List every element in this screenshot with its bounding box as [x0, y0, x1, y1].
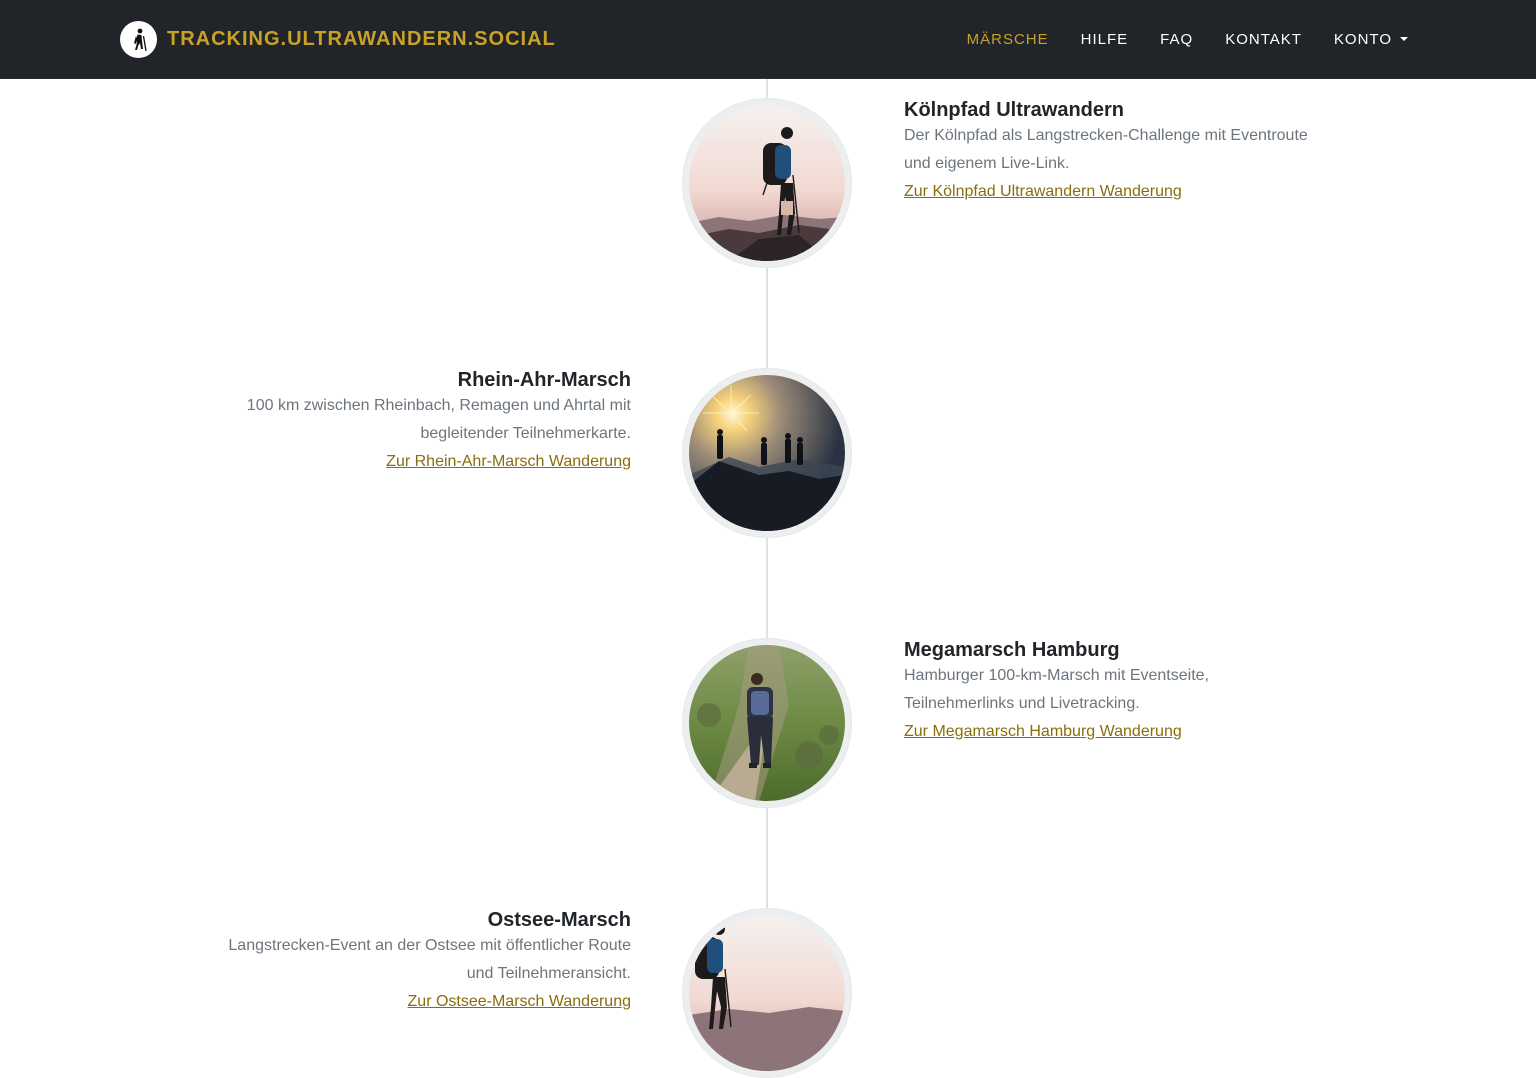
description-line: und Teilnehmeransicht.	[466, 965, 631, 982]
nav-label: FAQ	[1160, 30, 1194, 48]
brand-link[interactable]: TRACKING.ULTRAWANDERN.SOCIAL	[120, 21, 556, 58]
event-image-megamarsch-hamburg	[682, 638, 852, 808]
description-line: 100 km zwischen Rheinbach, Remagen und A…	[246, 397, 631, 414]
hiker-sunset-photo	[689, 915, 845, 1071]
event-description: Der Kölnpfad als Langstrecken-Challenge …	[904, 122, 1324, 178]
event-link-ostsee[interactable]: Zur Ostsee-Marsch Wanderung	[408, 988, 631, 1016]
nav-item-hilfe[interactable]: HILFE	[1081, 31, 1129, 48]
event-entry-ostsee: Ostsee-Marsch Langstrecken-Event an der …	[211, 908, 631, 1016]
description-line: Der Kölnpfad als Langstrecken-Challenge …	[904, 127, 1308, 144]
event-title: Ostsee-Marsch	[487, 909, 631, 931]
event-entry-koelnpfad: Kölnpfad Ultrawandern Der Kölnpfad als L…	[904, 98, 1324, 206]
brand-name: TRACKING.ULTRAWANDERN.SOCIAL	[167, 28, 556, 50]
event-link-megamarsch-hamburg[interactable]: Zur Megamarsch Hamburg Wanderung	[904, 718, 1182, 746]
event-description: Langstrecken-Event an der Ostsee mit öff…	[211, 932, 631, 988]
event-image-koelnpfad	[682, 98, 852, 268]
description-line: begleitender Teilnehmerkarte.	[420, 425, 632, 442]
event-link-koelnpfad[interactable]: Zur Kölnpfad Ultrawandern Wanderung	[904, 178, 1182, 206]
nav-label: KONTAKT	[1225, 30, 1302, 48]
nav-item-maersche[interactable]: MÄRSCHE	[967, 31, 1049, 48]
event-description: 100 km zwischen Rheinbach, Remagen und A…	[211, 392, 631, 448]
nav-label: HILFE	[1080, 30, 1129, 48]
hiker-trail-photo	[689, 645, 845, 801]
hikers-sunrise-photo	[689, 375, 845, 531]
nav-label: MÄRSCHE	[966, 30, 1049, 48]
nav-item-faq[interactable]: FAQ	[1160, 31, 1193, 48]
main-nav: MÄRSCHE HILFE FAQ KONTAKT KONTO	[935, 0, 1408, 78]
event-image-ostsee	[682, 908, 852, 1078]
event-title: Rhein-Ahr-Marsch	[457, 369, 631, 391]
event-image-rhein-ahr	[682, 368, 852, 538]
caret-down-icon	[1400, 37, 1408, 41]
event-title: Kölnpfad Ultrawandern	[904, 99, 1125, 121]
event-link-rhein-ahr[interactable]: Zur Rhein-Ahr-Marsch Wanderung	[386, 448, 631, 476]
description-line: und eigenem Live-Link.	[904, 155, 1070, 172]
nav-item-konto-dropdown[interactable]: KONTO	[1334, 31, 1408, 48]
description-line: Teilnehmerlinks und Livetracking.	[904, 695, 1140, 712]
hiker-icon	[120, 21, 157, 58]
event-title: Megamarsch Hamburg	[904, 639, 1120, 661]
nav-item-kontakt[interactable]: KONTAKT	[1225, 31, 1302, 48]
event-entry-rhein-ahr: Rhein-Ahr-Marsch 100 km zwischen Rheinba…	[211, 368, 631, 476]
nav-label: KONTO	[1333, 30, 1392, 48]
event-description: Hamburger 100-km-Marsch mit Eventseite, T…	[904, 662, 1324, 718]
description-line: Hamburger 100-km-Marsch mit Eventseite,	[904, 667, 1209, 684]
event-entry-megamarsch-hamburg: Megamarsch Hamburg Hamburger 100-km-Mars…	[904, 638, 1324, 746]
description-line: Langstrecken-Event an der Ostsee mit öff…	[228, 937, 631, 954]
hiker-sunset-photo	[689, 105, 845, 261]
navbar: TRACKING.ULTRAWANDERN.SOCIAL MÄRSCHE HIL…	[0, 0, 1536, 79]
